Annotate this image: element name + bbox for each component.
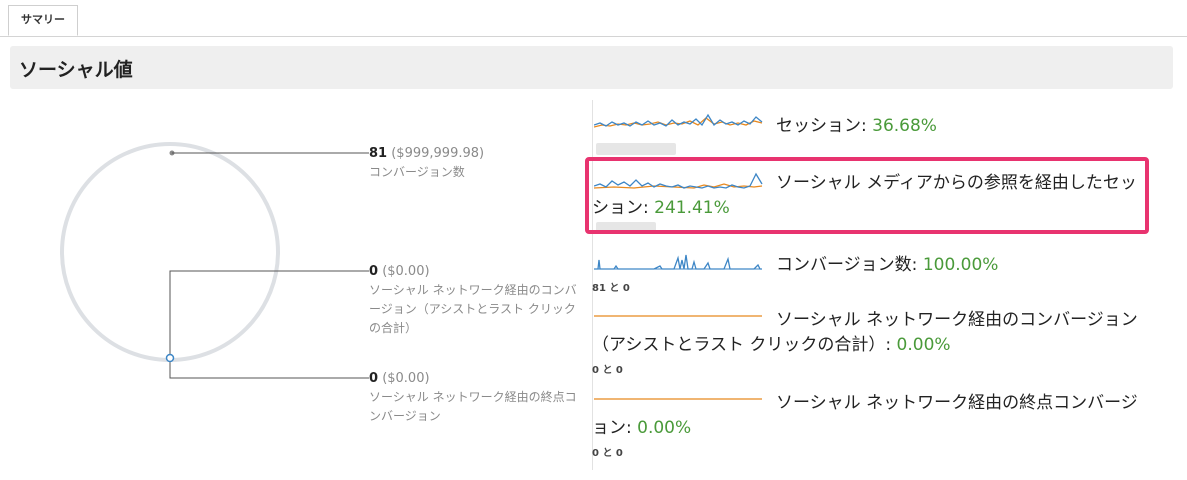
metric-percent: 100.00% [922, 255, 999, 275]
metric-social-assisted: ソーシャル ネットワーク経由のコンバージョン（アシストとラスト クリックの合計）… [592, 310, 1138, 355]
metric-percent: 0.00% [637, 418, 692, 438]
metric-label: セッション [776, 116, 861, 136]
stat-value: ($999,999.98) [391, 146, 485, 161]
stat-label: コンバージョン数 [369, 165, 465, 179]
metric-percent: 36.68% [872, 116, 937, 136]
metric-subvalue: 0 と 0 [592, 448, 623, 459]
stat-label: ソーシャル ネットワーク経由のコンバージョン（アシストとラスト クリックの合計） [369, 283, 577, 335]
sparkline-sessions [594, 113, 763, 128]
metric-percent: 0.00% [896, 335, 951, 355]
sparkline-series-blue [594, 254, 762, 270]
stat-social-assisted: 0 ($0.00) ソーシャル ネットワーク経由のコンバージョン（アシストとラス… [369, 263, 579, 338]
metric-label: コンバージョン数 [776, 255, 912, 275]
stat-count: 81 [369, 146, 388, 161]
stat-value: ($0.00) [382, 371, 430, 386]
sparkline-conversions [594, 254, 762, 270]
connector-line-2 [169, 270, 369, 358]
metric-social-last: ソーシャル ネットワーク経由の終点コンバージョン: 0.00% [592, 393, 1138, 438]
circle-marker-bottom [165, 353, 175, 363]
stat-count: 0 [369, 264, 379, 279]
stat-social-last: 0 ($0.00) ソーシャル ネットワーク経由の終点コンバージョン [369, 370, 579, 426]
highlight-box [585, 157, 1149, 234]
metric-subvalue: 0 と 0 [592, 365, 623, 376]
stat-label: ソーシャル ネットワーク経由の終点コンバージョン [369, 390, 577, 423]
stat-conversions: 81 ($999,999.98) コンバージョン数 [369, 145, 579, 182]
stat-count: 0 [369, 371, 379, 386]
connector-line-3 [169, 358, 369, 379]
metric-sessions: セッション: 36.68% [776, 116, 937, 136]
stat-value: ($0.00) [382, 264, 430, 279]
metric-conversions: コンバージョン数: 100.00% [776, 255, 999, 275]
sparkline-series-blue [594, 113, 763, 127]
metric-subvalue: 81 と 0 [592, 283, 630, 294]
metric-label: ソーシャル ネットワーク経由のコンバージョン（アシストとラスト クリックの合計） [592, 310, 1138, 355]
blurred-subvalue [596, 143, 676, 155]
